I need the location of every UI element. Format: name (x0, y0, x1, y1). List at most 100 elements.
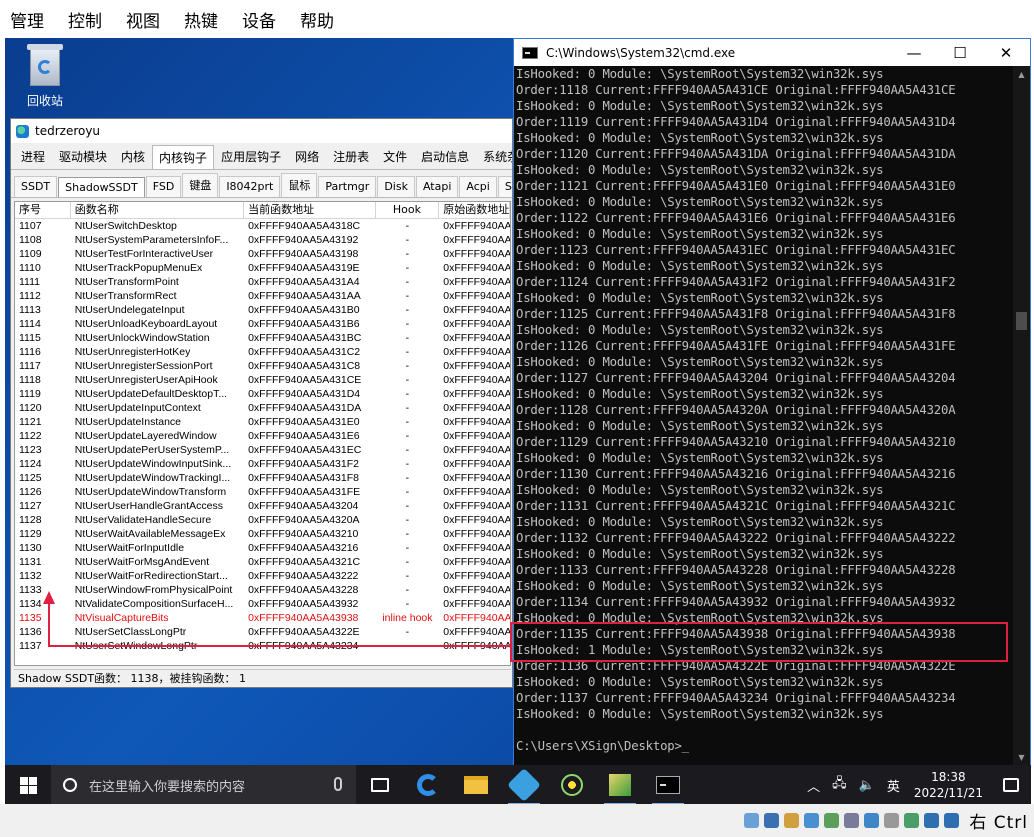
close-button[interactable]: ✕ (983, 39, 1029, 66)
notification-button[interactable] (991, 765, 1031, 805)
column-header-function[interactable]: 函数名称 (71, 202, 245, 218)
tab-main-9[interactable]: 系统杂 (476, 144, 512, 169)
table-row[interactable]: 1122 NtUserUpdateLayeredWindow 0xFFFF940AA… (15, 429, 510, 443)
table-row[interactable]: 1108 NtUserSystemParametersInfoF... 0xFFFF… (15, 233, 510, 247)
table-row[interactable]: 1116 NtUserUnregisterHotKey 0xFFFF940AA5A4… (15, 345, 510, 359)
ime-indicator[interactable]: 英 (887, 776, 900, 795)
scroll-thumb[interactable] (1016, 312, 1027, 330)
table-row[interactable]: 1134 NtValidateCompositionSurfaceH... 0xFF… (15, 597, 510, 611)
table-row[interactable]: 1118 NtUserUnregisterUserApiHook 0xFFFF940… (15, 373, 510, 387)
taskbar-search[interactable]: 在这里输入你要搜索的内容 (51, 765, 356, 805)
vm-menu-help[interactable]: 帮助 (298, 5, 336, 34)
tab-sub-1[interactable]: ShadowSSDT (58, 177, 145, 197)
vm-menu-devices[interactable]: 设备 (240, 5, 278, 34)
mouse-capture-icon[interactable] (944, 813, 960, 828)
column-header-hook[interactable]: Hook (376, 202, 440, 218)
tab-main-0[interactable]: 进程 (14, 144, 52, 169)
tab-sub-2[interactable]: FSD (145, 176, 182, 197)
volume-icon[interactable]: 🔈 (859, 778, 875, 793)
maximize-button[interactable]: ☐ (937, 39, 983, 66)
table-row[interactable]: 1129 NtUserWaitAvailableMessageEx 0xFFFF94… (15, 527, 510, 541)
table-row[interactable]: 1135 NtVisualCaptureBits 0xFFFF940AA5A4393… (15, 611, 510, 625)
table-row[interactable]: 1114 NtUserUnloadKeyboardLayout 0xFFFF940A… (15, 317, 510, 331)
network-icon[interactable]: 🖧 (832, 774, 847, 796)
tab-main-2[interactable]: 内核 (114, 144, 152, 169)
console-scrollbar[interactable]: ▲ ▼ (1013, 66, 1030, 766)
table-row[interactable]: 1128 NtUserValidateHandleSecure 0xFFFF940A… (15, 513, 510, 527)
microphone-icon[interactable] (334, 777, 342, 791)
taskbar-edge[interactable] (404, 765, 452, 805)
table-row[interactable]: 1137 NtUserSetWindowLongPtr 0xFFFF940AA5A4… (15, 639, 510, 653)
task-view-button[interactable] (356, 765, 404, 805)
table-row[interactable]: 1127 NtUserUserHandleGrantAccess 0xFFFF940… (15, 499, 510, 513)
table-row[interactable]: 1115 NtUserUnlockWindowStation 0xFFFF940AA… (15, 331, 510, 345)
tab-sub-3[interactable]: 键盘 (182, 173, 219, 197)
display-icon[interactable] (864, 813, 880, 828)
taskbar-cmd[interactable] (644, 765, 692, 805)
scroll-down-icon[interactable]: ▼ (1013, 749, 1030, 766)
taskbar-app-1[interactable] (500, 765, 548, 805)
cpu-icon[interactable] (904, 813, 920, 828)
vm-menu-view[interactable]: 视图 (124, 5, 162, 34)
column-header-current-address[interactable]: 当前函数地址 (244, 202, 376, 218)
minimize-button[interactable]: — (891, 39, 937, 66)
table-row[interactable]: 1113 NtUserUndelegateInput 0xFFFF940AA5A43… (15, 303, 510, 317)
tab-sub-4[interactable]: I8042prt (219, 176, 281, 197)
vm-menu-hotkey[interactable]: 热键 (182, 5, 220, 34)
tab-main-7[interactable]: 文件 (376, 144, 414, 169)
scroll-up-icon[interactable]: ▲ (1013, 66, 1030, 83)
tab-main-1[interactable]: 驱动模块 (52, 144, 114, 169)
table-row[interactable]: 1136 NtUserSetClassLongPtr 0xFFFF940AA5A43… (15, 625, 510, 639)
table-row[interactable]: 1121 NtUserUpdateInstance 0xFFFF940AA5A431… (15, 415, 510, 429)
network-adapter-icon[interactable] (804, 813, 820, 828)
tab-main-6[interactable]: 注册表 (326, 144, 376, 169)
tab-sub-5[interactable]: 鼠标 (281, 173, 318, 197)
table-row[interactable]: 1107 NtUserSwitchDesktop 0xFFFF940AA5A4318… (15, 219, 510, 233)
table-row[interactable]: 1120 NtUserUpdateInputContext 0xFFFF940AA5… (15, 401, 510, 415)
tab-sub-7[interactable]: Disk (377, 176, 415, 197)
table-row[interactable]: 1125 NtUserUpdateWindowTrackingI... 0xFFFF… (15, 471, 510, 485)
table-row[interactable]: 1130 NtUserWaitForInputIdle 0xFFFF940AA5A4… (15, 541, 510, 555)
table-row[interactable]: 1131 NtUserWaitForMsgAndEvent 0xFFFF940AA5… (15, 555, 510, 569)
tab-main-5[interactable]: 网络 (288, 144, 326, 169)
tab-sub-8[interactable]: Atapi (415, 176, 459, 197)
taskbar-app-3[interactable] (596, 765, 644, 805)
table-row[interactable]: 1133 NtUserWindowFromPhysicalPoint 0xFFFF9… (15, 583, 510, 597)
clock[interactable]: 18:38 2022/11/21 (914, 769, 983, 801)
table-row[interactable]: 1126 NtUserUpdateWindowTransform 0xFFFF940… (15, 485, 510, 499)
table-row[interactable]: 1112 NtUserTransformRect 0xFFFF940AA5A431A… (15, 289, 510, 303)
start-button[interactable] (5, 765, 51, 805)
table-row[interactable]: 1119 NtUserUpdateDefaultDesktopT... 0xFFFF… (15, 387, 510, 401)
vm-menu-manage[interactable]: 管理 (8, 5, 46, 34)
chevron-up-icon[interactable]: ︿ (807, 776, 820, 795)
table-row[interactable]: 1124 NtUserUpdateWindowInputSink... 0xFFFF… (15, 457, 510, 471)
tab-main-3[interactable]: 内核钩子 (152, 145, 215, 169)
recycle-bin[interactable]: 回收站 (17, 44, 73, 109)
tab-main-8[interactable]: 启动信息 (414, 144, 476, 169)
optical-drive-icon[interactable] (764, 813, 780, 828)
tab-sub-10[interactable]: Scsi (497, 176, 512, 197)
taskbar-explorer[interactable] (452, 765, 500, 805)
table-row[interactable]: 1132 NtUserWaitForRedirectionStart... 0xFF… (15, 569, 510, 583)
audio-icon[interactable] (784, 813, 800, 828)
disk-icon[interactable] (744, 813, 760, 828)
table-row[interactable]: 1110 NtUserTrackPopupMenuEx 0xFFFF940AA5A4… (15, 261, 510, 275)
shared-folder-icon[interactable] (844, 813, 860, 828)
table-row[interactable]: 1123 NtUserUpdatePerUserSystemP... 0xFFFF9… (15, 443, 510, 457)
taskbar-app-2[interactable] (548, 765, 596, 805)
column-header-index[interactable]: 序号 (15, 202, 71, 218)
vm-menu-control[interactable]: 控制 (66, 5, 104, 34)
tab-sub-6[interactable]: Partmgr (318, 176, 377, 197)
table-row[interactable]: 1111 NtUserTransformPoint 0xFFFF940AA5A431… (15, 275, 510, 289)
tab-sub-9[interactable]: Acpi (459, 176, 497, 197)
table-row[interactable]: 1109 NtUserTestForInteractiveUser 0xFFFF94… (15, 247, 510, 261)
table-row[interactable]: 1117 NtUserUnregisterSessionPort 0xFFFF940… (15, 359, 510, 373)
tool-window-titlebar[interactable]: tedrzeroyu (11, 119, 512, 143)
cmd-titlebar[interactable]: C:\Windows\System32\cmd.exe — ☐ ✕ (514, 39, 1030, 66)
usb-icon[interactable] (824, 813, 840, 828)
tab-sub-0[interactable]: SSDT (14, 176, 58, 197)
column-header-original-address[interactable]: 原始函数地址 (439, 202, 510, 218)
keyboard-capture-icon[interactable] (924, 813, 940, 828)
recording-icon[interactable] (884, 813, 900, 828)
tab-main-4[interactable]: 应用层钩子 (214, 144, 288, 169)
